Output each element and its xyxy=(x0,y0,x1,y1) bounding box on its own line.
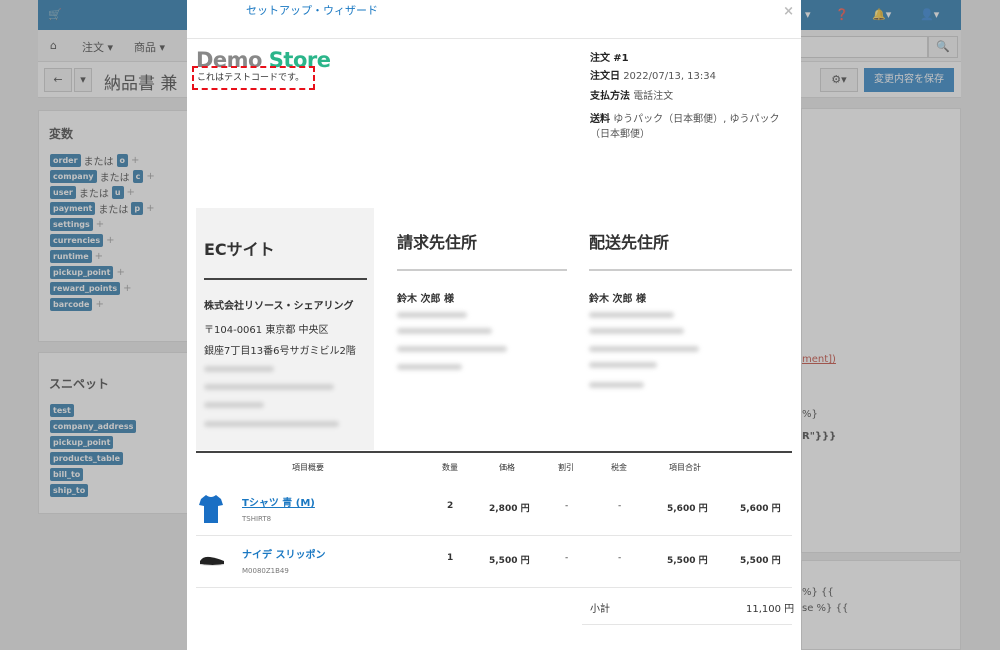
ship-to-name: 鈴木 次郎 様 xyxy=(589,294,646,305)
blurred-text xyxy=(204,366,274,372)
blurred-text xyxy=(397,312,467,318)
company-name: 株式会社リソース・シェアリング xyxy=(204,301,354,312)
close-icon[interactable]: × xyxy=(783,4,794,19)
order-date: 注文日 2022/07/13, 13:34 xyxy=(590,71,716,82)
item-tax: - xyxy=(618,501,622,511)
invoice-preview-modal: セットアップ・ウィザード × Demo Store これはテストコードです。 注… xyxy=(187,0,801,650)
product-sku: M0080Z1B49 xyxy=(242,567,289,575)
blurred-text xyxy=(397,346,507,352)
blurred-text xyxy=(589,346,699,352)
item-discount: - xyxy=(565,501,569,511)
company-street: 銀座7丁目13番6号サガミビル2階 xyxy=(204,346,356,357)
bill-to-heading: 請求先住所 xyxy=(397,233,478,252)
item-total: 5,600 円 xyxy=(667,504,708,514)
product-link[interactable]: ナイデ スリッポン xyxy=(242,546,325,561)
blurred-text xyxy=(589,382,644,388)
item-tax: - xyxy=(618,553,622,563)
items-rule xyxy=(196,451,792,453)
bill-to-name: 鈴木 次郎 様 xyxy=(397,294,454,305)
item-quantity: 2 xyxy=(447,501,454,511)
ship-to-heading: 配送先住所 xyxy=(589,233,670,252)
row-divider xyxy=(196,587,792,588)
blurred-text xyxy=(589,312,674,318)
order-number: 注文 #1 xyxy=(590,53,629,64)
ec-site-rule xyxy=(204,278,367,280)
subtotal-value: 11,100 円 xyxy=(746,604,795,615)
blurred-text xyxy=(204,402,264,408)
blurred-text xyxy=(397,364,462,370)
header-tax: 税金 xyxy=(611,463,627,472)
company-zip: 〒104-0061 東京都 中央区 xyxy=(204,325,329,336)
blurred-text xyxy=(589,362,657,368)
ship-to-rule xyxy=(589,269,792,271)
slipon-image xyxy=(200,556,224,566)
test-code-highlight: これはテストコードです。 xyxy=(192,66,315,90)
item-quantity: 1 xyxy=(447,553,454,563)
item-price: 2,800 円 xyxy=(489,504,530,514)
row-divider xyxy=(582,624,792,625)
ec-site-heading: ECサイト xyxy=(204,240,275,259)
blurred-text xyxy=(204,384,334,390)
modal-title[interactable]: セットアップ・ウィザード xyxy=(246,2,378,18)
tshirt-image xyxy=(199,495,223,523)
item-subtotal: 5,600 円 xyxy=(740,504,781,514)
item-price: 5,500 円 xyxy=(489,556,530,566)
header-description: 項目概要 xyxy=(292,463,324,472)
payment-method: 支払方法 電話注文 xyxy=(590,91,674,102)
shipping-method: 送料 ゆうパック（日本郵便）, ゆうパック（日本郵便） xyxy=(590,114,780,140)
order-info: 注文 #1 注文日 2022/07/13, 13:34 支払方法 電話注文 送料… xyxy=(590,50,796,142)
blurred-text xyxy=(589,328,684,334)
product-sku: TSHIRT8 xyxy=(242,515,272,523)
modal-divider xyxy=(187,38,801,39)
header-total: 項目合計 xyxy=(669,463,701,472)
header-price: 価格 xyxy=(499,463,515,472)
header-quantity: 数量 xyxy=(442,463,458,472)
bill-to-rule xyxy=(397,269,567,271)
item-discount: - xyxy=(565,553,569,563)
header-discount: 割引 xyxy=(558,463,574,472)
blurred-text xyxy=(397,328,492,334)
blurred-text xyxy=(204,421,339,427)
item-subtotal: 5,500 円 xyxy=(740,556,781,566)
test-code-text: これはテストコードです。 xyxy=(197,73,305,83)
item-total: 5,500 円 xyxy=(667,556,708,566)
row-divider xyxy=(196,535,792,536)
product-link[interactable]: Tシャツ 青 (M) xyxy=(242,494,315,509)
subtotal-label: 小計 xyxy=(590,604,610,615)
